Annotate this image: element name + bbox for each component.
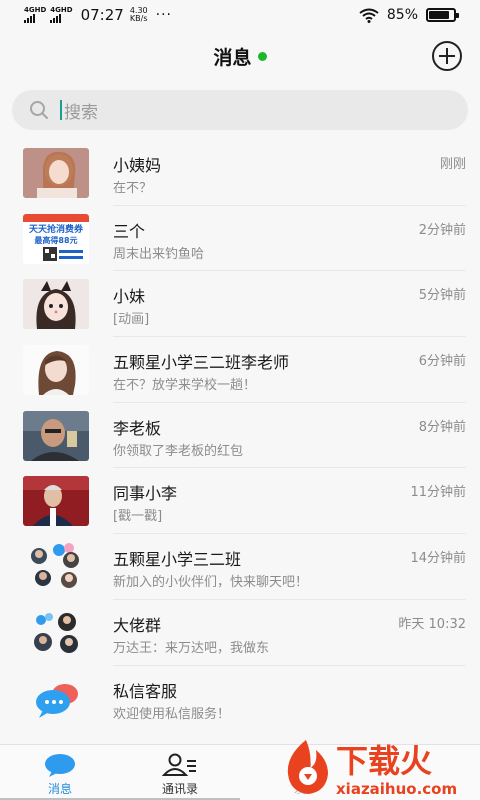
- conversation-item[interactable]: 小妹 [动画] 5分钟前: [0, 271, 480, 338]
- site-watermark: 下载火 xiazaihuo.com: [276, 736, 476, 798]
- woman-photo-icon: [23, 148, 89, 198]
- contact-name: 小姨妈: [113, 156, 162, 175]
- message-preview: [戳一戳]: [113, 509, 163, 525]
- signal-1-icon: 4GHD: [24, 7, 46, 23]
- message-time: 刚刚: [439, 157, 466, 172]
- search-icon: [30, 101, 48, 119]
- contact-name: 五颗星小学三二班李老师: [113, 353, 290, 373]
- battery-icon: [426, 8, 459, 22]
- contact-name: 小妹: [113, 287, 146, 307]
- conversation-item[interactable]: 五颗星小学三二班 新加入的小伙伴们，快来聊天吧！ 14分钟前: [0, 534, 480, 600]
- ad-line-2: 最高得88元: [34, 235, 77, 245]
- message-time: 6分钟前: [418, 354, 466, 370]
- search-input[interactable]: 搜索: [64, 98, 98, 123]
- contact-name: 三个: [113, 221, 146, 241]
- contact-name: 大佬群: [113, 615, 162, 635]
- message-preview: 周末出来钓鱼哈: [113, 246, 205, 262]
- group-avatar-icon: [23, 607, 89, 658]
- conversation-item[interactable]: 私信客服 欢迎使用私信服务！: [0, 665, 480, 732]
- chat-bubbles-icon: [23, 673, 89, 724]
- page-title: 消息: [213, 46, 252, 69]
- network-speed: 4.30 KB/s: [129, 6, 148, 23]
- conversation-item[interactable]: 小姨妈 在不？ 刚刚: [0, 140, 480, 206]
- wifi-icon: [359, 8, 379, 23]
- conversation-item[interactable]: 五颗星小学三二班李老师 在不？放学来学校一趟！ 6分钟前: [0, 337, 480, 403]
- ad-line-1: 天天抢消费券: [29, 223, 84, 235]
- conversation-item[interactable]: 李老板 你领取了李老板的红包 8分钟前: [0, 402, 480, 469]
- message-preview: 新加入的小伙伴们，快来聊天吧！: [113, 575, 309, 591]
- contact-name: 五颗星小学三二班: [113, 550, 242, 570]
- speaker-photo-icon: [23, 476, 89, 527]
- tab-messages[interactable]: 消息: [0, 745, 120, 800]
- contact-name: 李老板: [113, 418, 162, 438]
- group-avatar-icon: [23, 542, 89, 593]
- conversation-list: 小姨妈 在不？ 刚刚 天天抢消费券 最高得88元 三个 周末出来钓鱼哈 2分钟前: [0, 140, 480, 732]
- status-bar: 4GHD 4GHD 07:27 4.30 KB/s ··· 85%: [0, 0, 480, 30]
- tab-label: 通讯录: [161, 782, 198, 796]
- message-preview: 你领取了李老板的红包: [113, 443, 244, 459]
- online-status-icon: [257, 51, 267, 61]
- search-bar[interactable]: 搜索: [12, 90, 468, 130]
- contact-name: 私信客服: [113, 681, 178, 701]
- app-header: 消息: [0, 30, 480, 82]
- watermark-site: xiazaihuo.com: [336, 780, 457, 798]
- tab-contacts[interactable]: 通讯录: [120, 745, 240, 800]
- signal-2-icon: 4GHD: [50, 7, 73, 23]
- tab-label: 消息: [47, 782, 72, 796]
- conversation-item[interactable]: 天天抢消费券 最高得88元 三个 周末出来钓鱼哈 2分钟前: [0, 205, 480, 272]
- message-time: 14分钟前: [410, 551, 466, 567]
- message-time: 5分钟前: [418, 288, 466, 304]
- contact-name: 同事小李: [113, 484, 178, 504]
- watermark-title: 下载火: [336, 742, 432, 780]
- message-preview: 欢迎使用私信服务！: [113, 706, 231, 722]
- cat-ears-girl-photo-icon: [23, 279, 89, 330]
- message-bubble-icon: [45, 754, 75, 777]
- message-preview: 在不？放学来学校一趟！: [113, 378, 257, 394]
- man-photo-icon: [23, 410, 89, 461]
- flame-logo-icon: [287, 740, 328, 794]
- conversation-item[interactable]: 大佬群 万达王：来万达吧，我做东 昨天 10:32: [0, 599, 480, 666]
- message-time: 11分钟前: [410, 485, 466, 501]
- text-cursor: [60, 100, 62, 120]
- message-preview: [动画]: [113, 312, 150, 328]
- conversation-item[interactable]: 同事小李 [戳一戳] 11分钟前: [0, 468, 480, 535]
- add-button[interactable]: [432, 41, 462, 71]
- battery-level: [429, 11, 450, 19]
- message-preview: 在不？: [113, 181, 153, 196]
- ad-poster-icon: 天天抢消费券 最高得88元: [23, 213, 89, 264]
- more-notifications-icon: ···: [155, 7, 172, 23]
- message-time: 2分钟前: [418, 222, 466, 238]
- woman-portrait-icon: [23, 345, 89, 396]
- battery-percent: 85%: [386, 7, 418, 23]
- clock: 07:27: [80, 6, 124, 24]
- message-preview: 万达王：来万达吧，我做东: [113, 640, 270, 656]
- contacts-icon: [162, 753, 196, 776]
- message-time: 8分钟前: [418, 419, 466, 435]
- message-time: 昨天 10:32: [398, 616, 466, 632]
